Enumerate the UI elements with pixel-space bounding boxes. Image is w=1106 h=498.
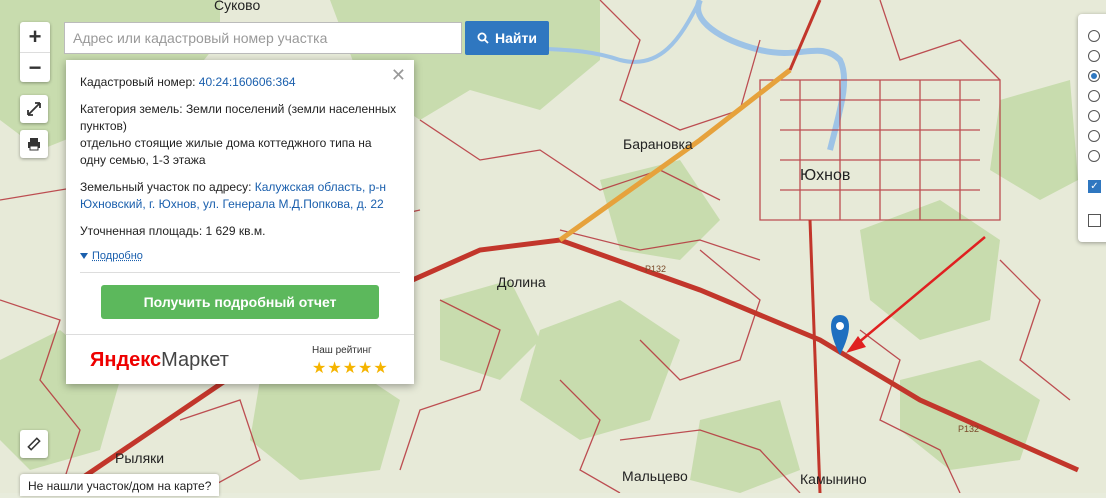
cad-label: Кадастровый номер: <box>80 75 196 89</box>
expand-icon <box>27 102 41 116</box>
area-value: 1 629 кв.м. <box>205 224 266 238</box>
printer-icon <box>28 138 40 151</box>
area-row: Уточненная площадь: 1 629 кв.м. <box>80 223 400 240</box>
rating-block: Наш рейтинг ★★★★★ <box>312 345 389 378</box>
ruler-icon <box>27 437 41 451</box>
triangle-down-icon <box>80 253 88 259</box>
label-malcevo: Мальцево <box>622 468 688 484</box>
search-button-label: Найти <box>495 30 537 46</box>
category-row: Категория земель: Земли поселений (земли… <box>80 101 400 169</box>
layer-radio-7[interactable] <box>1088 150 1100 162</box>
layer-checkbox-2[interactable] <box>1088 214 1101 227</box>
zoom-in-button[interactable]: + <box>20 22 50 52</box>
label-sukovo: Суково <box>214 0 260 13</box>
get-report-button[interactable]: Получить подробный отчет <box>101 285 379 319</box>
address-label: Земельный участок по адресу: <box>80 180 252 194</box>
ruler-button[interactable] <box>20 430 48 458</box>
more-toggle[interactable]: Подробно <box>80 250 400 262</box>
zoom-control: + − <box>20 22 50 82</box>
label-dolina: Долина <box>497 274 546 290</box>
parcel-info-panel: ✕ Кадастровый номер: 40:24:160606:364 Ка… <box>66 60 414 384</box>
layer-radio-3[interactable] <box>1088 70 1100 82</box>
search-input[interactable]: Адрес или кадастровый номер участка <box>64 22 462 54</box>
search-icon <box>477 32 489 44</box>
layer-radio-6[interactable] <box>1088 130 1100 142</box>
search-button[interactable]: Найти <box>465 21 549 55</box>
more-label: Подробно <box>92 250 143 262</box>
rating-label: Наш рейтинг <box>312 345 372 356</box>
zoom-out-button[interactable]: − <box>20 52 50 83</box>
layer-radio-1[interactable] <box>1088 30 1100 42</box>
print-button[interactable] <box>20 130 48 158</box>
use-value: отдельно стоящие жилые дома коттеджного … <box>80 136 372 167</box>
label-baranovka: Барановка <box>623 136 693 152</box>
layers-panel: ✓ <box>1078 14 1106 242</box>
road-number-b: Р132 <box>958 424 979 434</box>
fullscreen-button[interactable] <box>20 95 48 123</box>
divider <box>80 272 400 273</box>
market-badge[interactable]: ЯндексМаркет Наш рейтинг ★★★★★ <box>66 334 414 385</box>
layer-checkbox-1[interactable]: ✓ <box>1088 180 1101 193</box>
label-yukhnov: Юхнов <box>800 167 850 184</box>
category-label: Категория земель: <box>80 102 183 116</box>
layer-radio-2[interactable] <box>1088 50 1100 62</box>
address-row: Земельный участок по адресу: Калужская о… <box>80 179 400 213</box>
cad-number-row: Кадастровый номер: 40:24:160606:364 <box>80 74 400 91</box>
layer-radio-5[interactable] <box>1088 110 1100 122</box>
label-kamynino: Камынино <box>800 471 867 487</box>
road-number-a: Р132 <box>645 264 666 274</box>
yandex-market-logo: ЯндексМаркет <box>90 349 229 371</box>
area-label: Уточненная площадь: <box>80 224 203 238</box>
layer-radio-4[interactable] <box>1088 90 1100 102</box>
close-icon[interactable]: ✕ <box>391 65 406 86</box>
cad-number-link[interactable]: 40:24:160606:364 <box>199 75 296 89</box>
rating-stars: ★★★★★ <box>312 360 389 377</box>
label-ryljaki: Рыляки <box>115 450 164 466</box>
